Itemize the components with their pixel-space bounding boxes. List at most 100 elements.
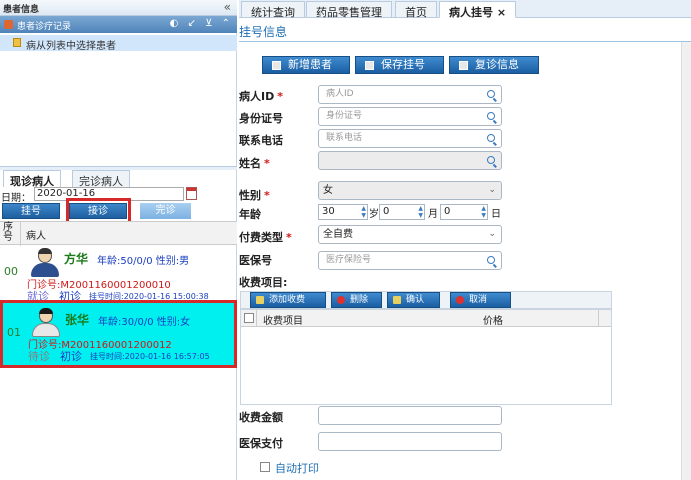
age-years-stepper[interactable]: 30 ▲ ▼ [318,204,368,220]
patient-row-selected[interactable]: 01 张华 年龄:30/0/0 性别:女 门诊号:M20011600012000… [0,300,237,368]
age-label: 年龄 [239,208,261,221]
patient-grid-header: 序号 病人 [0,221,237,246]
spinner-arrows-icon[interactable]: ▲ ▼ [361,205,366,219]
required-star: * [264,157,270,170]
register-button-label: 挂号 [21,206,41,217]
unit-year: 岁 [369,209,379,220]
folder-icon [13,38,21,47]
insurance-input[interactable]: 医疗保险号 [318,251,502,270]
date-label: 日期： [1,193,31,204]
tab-completed-patients[interactable]: 完诊病人 [72,170,130,188]
minus-icon [337,296,345,304]
search-icon[interactable] [487,90,495,98]
female-avatar-icon [30,307,62,337]
unit-day: 日 [491,209,501,220]
pay-type-select[interactable]: 全自费 ⌄ [318,225,502,244]
spinner-arrows-icon[interactable]: ▲ ▼ [418,205,423,219]
gender-label: 性别 * [239,189,270,202]
male-avatar-icon [29,247,61,277]
tab-home[interactable]: 首页 [395,1,437,19]
cancel-fee-button[interactable]: 取消 [450,292,511,308]
tab-patient-registration[interactable]: 病人挂号 × [439,1,517,19]
confirm-fee-button[interactable]: 确认 [387,292,440,308]
search-icon[interactable] [487,156,495,164]
patient-seq: 01 [7,326,21,339]
tab-current-patients[interactable]: 现诊病人 [3,170,61,188]
phone-input[interactable]: 联系电话 [318,129,502,148]
top-tab-bar: 统计查询 药品零售管理 首页 病人挂号 × [239,0,691,19]
complete-button[interactable]: 完诊 [140,203,191,219]
patient-age-gender: 年龄:50/0/0 性别:男 [97,256,190,267]
delete-fee-button[interactable]: 删除 [331,292,382,308]
search-icon[interactable] [487,134,495,142]
edit-icon [256,296,264,304]
patient-info-panel: 患者信息 « 患者诊疗记录 ◐ ↙ ⊻ ⌃ 病从列表中选择患者 现诊病人 完诊病… [0,0,237,480]
document-icon [459,61,468,70]
insurance-pay-label: 医保支付 [239,437,283,450]
price-header: 价格 [483,316,503,327]
tab-drug-retail[interactable]: 药品零售管理 [306,1,392,19]
patient-id-label: 病人ID * [239,90,283,103]
complete-button-label: 完诊 [155,205,176,216]
select-all-checkbox[interactable] [244,313,254,323]
patient-row[interactable]: 00 方华 年龄:50/0/0 性别:男 门诊号:M20011600012000… [0,246,237,303]
name-label: 姓名 * [239,157,270,170]
required-star: * [264,189,270,202]
spinner-arrows-icon[interactable]: ▲ ▼ [481,205,486,219]
insurance-label: 医保号 [239,254,272,267]
form-scrollbar[interactable] [681,42,691,480]
cancel-icon [456,296,464,304]
save-registration-label: 保存挂号 [381,58,425,71]
patient-name: 张华 [65,313,90,327]
new-patient-label: 新增患者 [288,58,332,71]
revisit-info-button[interactable]: 复诊信息 [449,56,539,74]
id-card-input[interactable]: 身份证号 [318,107,502,126]
header-separator [20,222,21,246]
auto-print-label: 自动打印 [275,462,319,475]
add-fee-label: 添加收费 [269,295,306,305]
form-title: 挂号信息 [239,25,288,39]
fee-amount-input[interactable] [318,406,502,425]
record-header: 患者诊疗记录 ◐ ↙ ⊻ ⌃ [0,16,237,33]
edit-icon [272,61,281,70]
chevron-down-icon: ⌄ [488,185,496,195]
record-list-item[interactable]: 病从列表中选择患者 [0,35,237,52]
add-fee-button[interactable]: 添加收费 [250,292,326,308]
search-icon[interactable] [487,112,495,120]
calendar-icon[interactable] [186,187,197,200]
auto-print-checkbox[interactable] [260,462,270,472]
search-icon[interactable] [487,256,495,264]
fee-grid-header: 收费项目 价格 [241,310,611,327]
patient-id-input[interactable]: 病人ID [318,85,502,104]
panel-title: 患者信息 [3,5,40,15]
patient-registration-tab-label: 病人挂号 × [449,6,507,19]
register-button[interactable]: 挂号 [2,203,60,219]
gender-select[interactable]: 女 ⌄ [318,181,502,200]
record-item-text: 病从列表中选择患者 [26,41,116,52]
required-star: * [277,90,283,103]
delete-fee-label: 删除 [350,295,369,305]
fee-amount-label: 收费金额 [239,411,283,424]
new-patient-button[interactable]: 新增患者 [262,56,350,74]
edit-icon [393,296,401,304]
patient-name: 方华 [64,252,89,266]
record-icon [4,20,13,29]
collapse-icon[interactable]: « [224,0,231,14]
visit-type: 初诊 [60,350,82,363]
title-underline [239,41,691,42]
pay-type-label: 付费类型 * [239,231,292,244]
patient-seq: 00 [4,265,18,278]
insurance-pay-input[interactable] [318,432,502,451]
age-days-stepper[interactable]: 0 ▲ ▼ [440,204,488,220]
record-tools-icons[interactable]: ◐ ↙ ⊻ ⌃ [170,18,233,29]
patient-status: 待诊 [28,350,50,363]
chevron-down-icon: ⌄ [488,229,496,239]
tab-statistics[interactable]: 统计查询 [241,1,305,19]
register-time: 挂号时间:2020-01-16 16:57:05 [90,352,210,361]
save-registration-button[interactable]: 保存挂号 [355,56,444,74]
revisit-info-label: 复诊信息 [475,58,519,71]
confirm-fee-label: 确认 [406,295,425,305]
name-input[interactable] [318,151,502,170]
panel-header: 患者信息 « [0,0,237,16]
age-months-stepper[interactable]: 0 ▲ ▼ [379,204,425,220]
